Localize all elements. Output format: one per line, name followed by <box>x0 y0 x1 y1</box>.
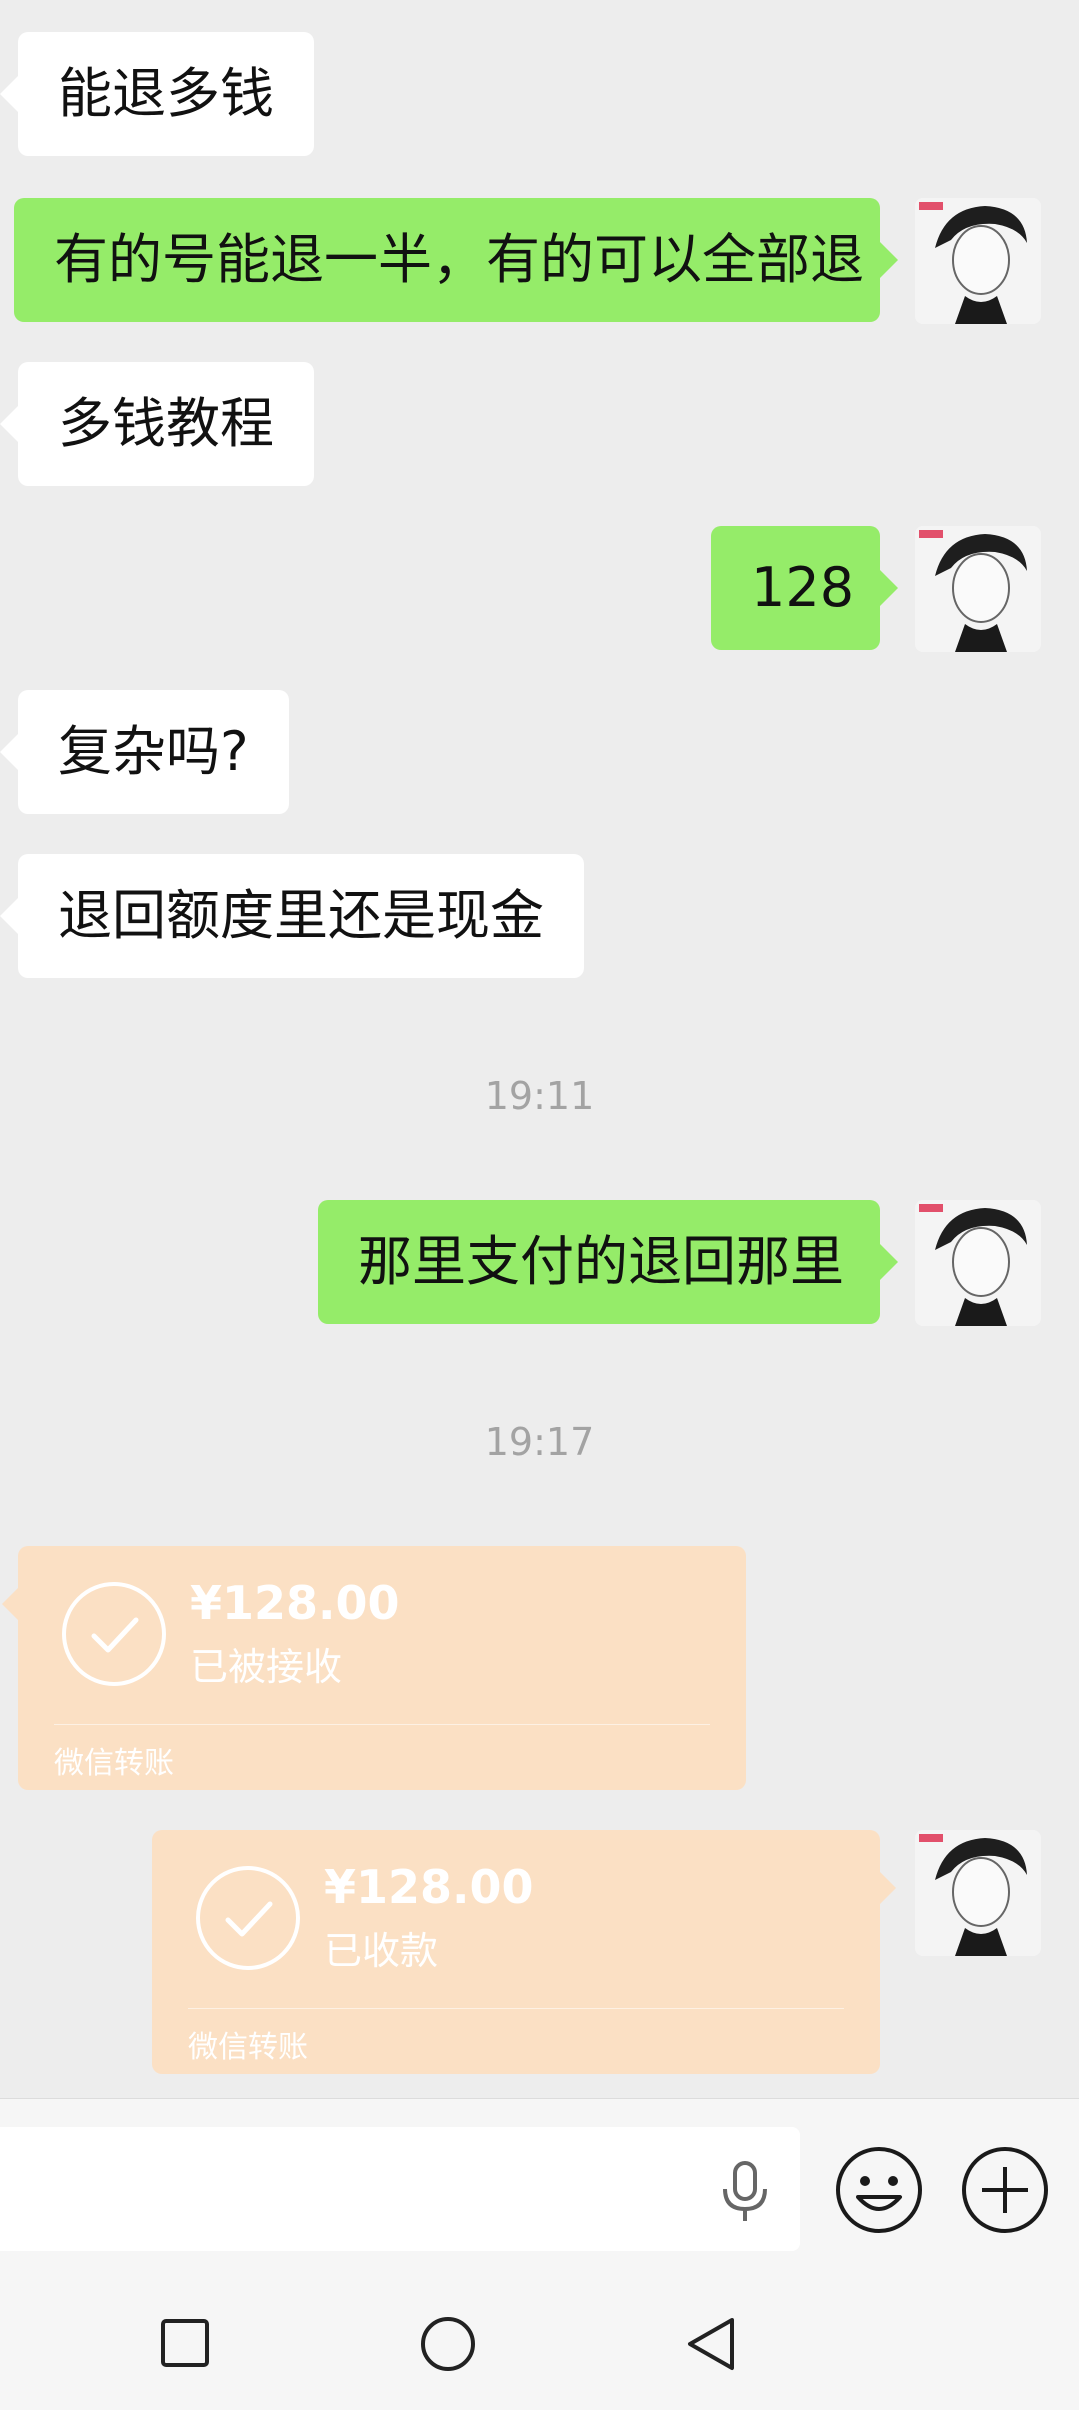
avatar[interactable] <box>915 526 1041 652</box>
message-text: 128 <box>751 556 855 619</box>
avatar[interactable] <box>915 1200 1041 1326</box>
transfer-status: 已被接收 <box>190 1645 343 1689</box>
transfer-amount: ¥128.00 <box>324 1860 534 1914</box>
circle-icon[interactable] <box>420 2316 476 2376</box>
transfer-status: 已收款 <box>324 1929 439 1973</box>
transfer-amount: ¥128.00 <box>190 1576 400 1630</box>
microphone-icon[interactable] <box>718 2161 772 2227</box>
message-text: 复杂吗? <box>58 720 249 783</box>
message-bubble-incoming[interactable]: 能退多钱 <box>0 32 314 156</box>
triangle-back-icon[interactable] <box>684 2316 736 2376</box>
emoji-icon[interactable] <box>834 2145 924 2239</box>
check-circle-icon <box>196 1866 300 1970</box>
message-bubble-incoming[interactable]: 退回额度里还是现金 <box>0 854 584 978</box>
system-nav-bar <box>0 2256 1079 2410</box>
divider <box>54 1724 710 1725</box>
message-bubble-outgoing[interactable]: 128 <box>711 526 898 650</box>
timestamp: 19:17 <box>484 1420 595 1464</box>
transfer-label: 微信转账 <box>188 2030 308 2065</box>
message-bubble-outgoing[interactable]: 有的号能退一半，有的可以全部退 <box>14 198 898 322</box>
message-bubble-outgoing[interactable]: 那里支付的退回那里 <box>318 1200 898 1324</box>
plus-icon[interactable] <box>960 2145 1050 2239</box>
message-text: 退回额度里还是现金 <box>58 884 544 947</box>
timestamp: 19:11 <box>484 1074 595 1118</box>
message-text: 有的号能退一半，有的可以全部退 <box>54 228 864 291</box>
message-text: 那里支付的退回那里 <box>358 1230 844 1293</box>
message-text: 能退多钱 <box>58 62 274 125</box>
avatar[interactable] <box>915 198 1041 324</box>
message-input[interactable] <box>0 2127 800 2251</box>
transfer-label: 微信转账 <box>54 1746 174 1781</box>
message-text: 多钱教程 <box>58 392 274 455</box>
input-bar <box>0 2098 1079 2257</box>
message-bubble-incoming[interactable]: 复杂吗? <box>0 690 289 814</box>
transfer-card-outgoing[interactable]: ¥128.00 已收款 微信转账 <box>152 1830 896 2074</box>
divider <box>188 2008 844 2009</box>
transfer-card-incoming[interactable]: ¥128.00 已被接收 微信转账 <box>2 1546 746 1790</box>
message-bubble-incoming[interactable]: 多钱教程 <box>0 362 314 486</box>
avatar[interactable] <box>915 1830 1041 1956</box>
check-circle-icon <box>62 1582 166 1686</box>
square-icon[interactable] <box>160 2318 210 2372</box>
